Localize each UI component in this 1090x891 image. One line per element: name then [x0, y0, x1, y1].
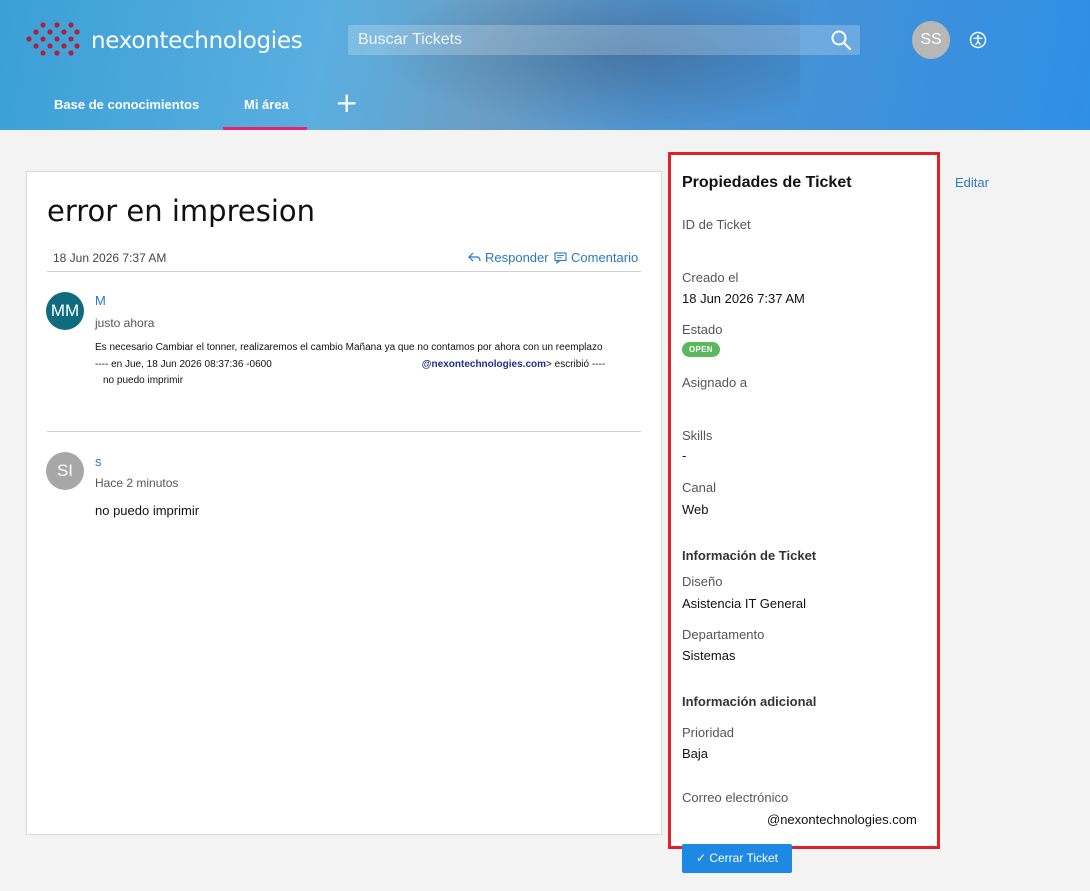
search-icon[interactable] — [830, 29, 852, 51]
tab-knowledge-base[interactable]: Base de conocimientos — [54, 97, 199, 112]
active-tab-indicator — [223, 127, 307, 130]
avatar: MM — [46, 292, 84, 330]
skills-value: - — [682, 448, 687, 463]
message-body: no puedo imprimir — [95, 503, 200, 518]
quote-suffix: > escribió ---- — [546, 359, 606, 370]
message-author[interactable]: s — [95, 454, 102, 469]
brand-name[interactable]: nexontechnologies — [91, 28, 303, 54]
banner-photo — [380, 0, 800, 130]
quote-date: ---- en Jue, 18 Jun 2026 08:37:36 -0600 — [95, 359, 272, 370]
brand-logo-icon[interactable] — [26, 19, 80, 59]
divider — [47, 431, 641, 432]
ticket-date: 18 Jun 2026 7:37 AM — [53, 251, 167, 265]
message-time: justo ahora — [95, 316, 155, 330]
quote-email: @nexontechnologies.com — [421, 359, 547, 370]
priority-value: Baja — [682, 746, 709, 761]
comment-button[interactable]: Comentario — [554, 250, 638, 265]
ticket-info-heading: Información de Ticket — [682, 548, 817, 563]
priority-label: Prioridad — [682, 725, 735, 740]
message-quote-body: no puedo imprimir — [103, 375, 184, 386]
search-input[interactable] — [348, 25, 828, 55]
panel-title: Propiedades de Ticket — [682, 174, 852, 191]
email-value: @nexontechnologies.com — [767, 812, 917, 827]
close-ticket-button[interactable]: ✓ Cerrar Ticket — [682, 844, 792, 873]
reply-button[interactable]: Responder — [468, 250, 549, 265]
edit-link[interactable]: Editar — [955, 175, 989, 190]
design-label: Diseño — [682, 574, 723, 589]
channel-label: Canal — [682, 480, 716, 495]
header-banner: nexontechnologies SS Base de conocimient… — [0, 0, 1090, 130]
department-value: Sistemas — [682, 648, 736, 663]
accessibility-icon[interactable] — [969, 31, 987, 49]
status-label: Estado — [682, 322, 723, 337]
reply-icon — [468, 252, 481, 262]
ticket-conversation-card: error en impresion 18 Jun 2026 7:37 AM R… — [26, 171, 662, 835]
design-value: Asistencia IT General — [682, 596, 807, 611]
add-tab-button[interactable]: + — [335, 89, 358, 117]
divider — [47, 271, 641, 272]
additional-info-heading: Información adicional — [682, 694, 817, 709]
ticket-id-label: ID de Ticket — [682, 217, 751, 232]
message-quote-header: ---- en Jue, 18 Jun 2026 08:37:36 -0600 … — [95, 359, 605, 370]
department-label: Departamento — [682, 627, 765, 642]
ticket-properties-panel: Propiedades de Ticket ID de Ticket Cread… — [668, 152, 940, 849]
comment-label: Comentario — [571, 250, 639, 265]
comment-icon — [554, 251, 567, 264]
search-box[interactable] — [348, 25, 860, 55]
avatar: SI — [46, 452, 84, 490]
assigned-label: Asignado a — [682, 375, 748, 390]
created-value: 18 Jun 2026 7:37 AM — [682, 291, 805, 306]
message-time: Hace 2 minutos — [95, 476, 179, 490]
channel-value: Web — [682, 502, 709, 517]
message-author[interactable]: M — [95, 293, 106, 308]
status-badge[interactable]: OPEN — [682, 342, 720, 357]
redacted-name — [271, 359, 422, 370]
tab-my-area[interactable]: Mi área — [244, 97, 289, 112]
email-label: Correo electrónico — [682, 790, 789, 805]
reply-label: Responder — [485, 250, 549, 265]
user-avatar[interactable]: SS — [912, 21, 950, 59]
message-line: Es necesario Cambiar el tonner, realizar… — [95, 342, 603, 353]
ticket-title: error en impresion — [47, 194, 315, 228]
skills-label: Skills — [682, 428, 713, 443]
created-label: Creado el — [682, 270, 739, 285]
